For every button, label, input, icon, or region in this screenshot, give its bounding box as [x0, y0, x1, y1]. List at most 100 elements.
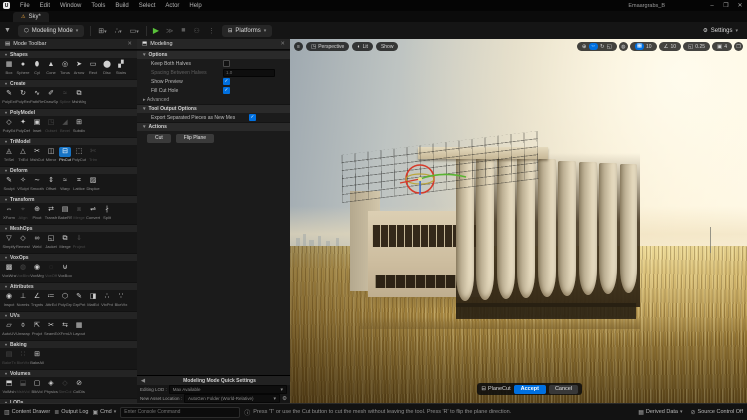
tool-subdiv[interactable]: ⊞Subdiv: [72, 117, 86, 133]
tool-polyext[interactable]: ✎PolyExt: [2, 88, 16, 104]
tool-outset[interactable]: ◳Outset: [44, 117, 58, 133]
advanced-row[interactable]: ▸ Advanced: [137, 95, 290, 104]
tool-mshmrg[interactable]: ⧉MshMrg: [72, 88, 86, 104]
tool-project[interactable]: ⇓Project: [72, 233, 86, 249]
show-preview-checkbox[interactable]: [223, 78, 230, 85]
section-header-volumes[interactable]: ▾Volumes: [0, 369, 137, 377]
tool-arrow[interactable]: ➤Arrow: [72, 59, 86, 75]
tool-stairs[interactable]: ▞Stairs: [114, 59, 128, 75]
tool-weld[interactable]: ∞Weld: [30, 233, 44, 249]
blueprints-icon[interactable]: ∴▾: [111, 27, 126, 35]
tool-cone[interactable]: ▲Cone: [44, 59, 58, 75]
cmd-dropdown[interactable]: ▣ Cmd ▾: [92, 409, 116, 416]
camera-speed-control[interactable]: ▣ 4: [712, 42, 732, 51]
skip-button[interactable]: ≫: [162, 27, 177, 35]
tool-inspct[interactable]: ◉Inspct: [2, 291, 16, 307]
viewport[interactable]: ≡ ◳ Perspective ◐ Lit Show ⊕ ⇔ ↻ ◱ ◍ ▦ 1…: [290, 39, 747, 403]
lit-dropdown[interactable]: ◐ Lit: [352, 42, 373, 51]
mode-selector[interactable]: ⬡ Modeling Mode ▾: [18, 25, 84, 37]
tool-bkevtx[interactable]: ∷BkeVtx: [16, 349, 30, 365]
tool-autouv[interactable]: ▱AutoUV: [2, 320, 16, 336]
tool-polygrp[interactable]: ⬡PolyGrp: [58, 291, 72, 307]
tool-merge[interactable]: ⧈Merge: [72, 204, 86, 220]
restore-button[interactable]: ❐: [719, 2, 733, 9]
menu-build[interactable]: Build: [110, 3, 133, 9]
menu-edit[interactable]: Edit: [35, 3, 55, 9]
tool-normls[interactable]: ⊥Normls: [16, 291, 30, 307]
asset-location-dropdown[interactable]: AutoGen Folder (World-Relative) ▾: [184, 394, 280, 403]
tool-layout[interactable]: ▦Layout: [72, 320, 86, 336]
tool-grppnt[interactable]: ✎GrpPnt: [72, 291, 86, 307]
section-header-meshops[interactable]: ▾MeshOps: [0, 224, 137, 232]
tool-drawspl[interactable]: ✐DrawSpl: [44, 88, 58, 104]
tool-transfr[interactable]: ⇄Transfr: [44, 204, 58, 220]
select-tool-icon[interactable]: ⊕: [582, 44, 587, 50]
tool-blkvol[interactable]: ▢BlkVol: [30, 378, 44, 394]
tool-plncut[interactable]: ⊟PlnCut: [58, 146, 72, 162]
tool-disc[interactable]: ⬤Disc: [100, 59, 114, 75]
menu-window[interactable]: Window: [55, 3, 86, 9]
tool-physics[interactable]: ◈Physics: [44, 378, 58, 394]
tool-voxmrg[interactable]: ◉VoxMrg: [30, 262, 44, 278]
tool-vtxpnt[interactable]: ∴VtxPnt: [100, 291, 114, 307]
menu-file[interactable]: File: [15, 3, 35, 9]
tool-tried[interactable]: △TriEd: [16, 146, 30, 162]
tool-polyed[interactable]: ◇PolyEd: [2, 117, 16, 133]
stop-button[interactable]: ■: [177, 27, 189, 34]
tool-smooth[interactable]: ∼Smooth: [30, 175, 44, 191]
section-header-shapes[interactable]: ▾Shapes: [0, 50, 137, 58]
close-icon[interactable]: ✕: [127, 41, 132, 47]
tool-coldis[interactable]: ⊘ColDis: [72, 378, 86, 394]
menu-actor[interactable]: Actor: [160, 3, 184, 9]
scale-snap-control[interactable]: ◱ 0.25: [683, 42, 710, 51]
tool-voxbool[interactable]: ⊎VoxBool: [58, 262, 72, 278]
export-pieces-checkbox[interactable]: [249, 114, 256, 121]
options-section-header[interactable]: ▾ Options: [137, 50, 290, 59]
tool-xform[interactable]: ⇔XForm: [2, 204, 16, 220]
tool-bevel[interactable]: ◢Bevel: [58, 117, 72, 133]
tool-box[interactable]: ▦Box: [2, 59, 16, 75]
tool-rect[interactable]: ▭Rect: [86, 59, 100, 75]
editing-lod-dropdown[interactable]: Max Available ▾: [169, 385, 287, 394]
maximize-viewport-icon[interactable]: ❒: [734, 42, 743, 51]
tool-trisel[interactable]: ◬TriSel: [2, 146, 16, 162]
tool-inset[interactable]: ▣Inset: [30, 117, 44, 133]
close-button[interactable]: ✕: [733, 2, 747, 9]
tool-pivot[interactable]: ⊕Pivot: [30, 204, 44, 220]
tool-bakeall[interactable]: ⊞BakeAll: [30, 349, 44, 365]
keep-both-halves-checkbox[interactable]: [223, 60, 230, 67]
spacing-value-field[interactable]: 1.0: [223, 69, 275, 77]
kebab-menu-icon[interactable]: ⋮: [204, 27, 219, 35]
tool-output-section-header[interactable]: ▾ Tool Output Options: [137, 104, 290, 113]
save-icon[interactable]: ▼: [0, 27, 15, 34]
tool-jacket[interactable]: ◱Jacket: [44, 233, 58, 249]
fill-cut-hole-checkbox[interactable]: [223, 87, 230, 94]
section-header-polymodel[interactable]: ▾PolyModel: [0, 108, 137, 116]
source-control-button[interactable]: ⊘ Source Control Off: [691, 409, 743, 416]
section-header-create[interactable]: ▾Create: [0, 79, 137, 87]
cancel-button[interactable]: Cancel: [549, 385, 578, 394]
rotation-snap-control[interactable]: ∠ 10: [659, 42, 682, 51]
tool-unwrap[interactable]: ⌽Unwrap: [16, 320, 30, 336]
tool-align[interactable]: ⌖Align: [16, 204, 30, 220]
tool-polyrev[interactable]: ↻PolyRev: [16, 88, 30, 104]
settings-dropdown[interactable]: ⚙ Settings ▾: [697, 25, 744, 37]
flip-plane-button[interactable]: Flip Plane: [176, 134, 214, 143]
perspective-dropdown[interactable]: ◳ Perspective: [306, 42, 349, 51]
close-icon[interactable]: ✕: [280, 41, 285, 47]
derived-data-button[interactable]: ▦ Derived Data ▾: [638, 409, 682, 416]
level-tab[interactable]: ⚠ Sky*: [13, 12, 49, 22]
mode-toolbar-tab[interactable]: ▤ Mode Toolbar ✕: [0, 39, 137, 50]
tool-torus[interactable]: ◎Torus: [58, 59, 72, 75]
section-header-deform[interactable]: ▾Deform: [0, 166, 137, 174]
tool-sphere[interactable]: ●Sphere: [16, 59, 30, 75]
menu-tools[interactable]: Tools: [86, 3, 110, 9]
console-command-input[interactable]: [120, 407, 240, 418]
tool-offset[interactable]: ⇕Offset: [44, 175, 58, 191]
tool-lattice[interactable]: ⌗Lattice: [72, 175, 86, 191]
show-dropdown[interactable]: Show: [376, 42, 399, 51]
tool-mshcut[interactable]: ✂MshCut: [30, 146, 44, 162]
menu-select[interactable]: Select: [134, 3, 161, 9]
tool-merge[interactable]: ⧉Merge: [58, 233, 72, 249]
tool-bkevtx[interactable]: ∵BkeVtx: [114, 291, 128, 307]
